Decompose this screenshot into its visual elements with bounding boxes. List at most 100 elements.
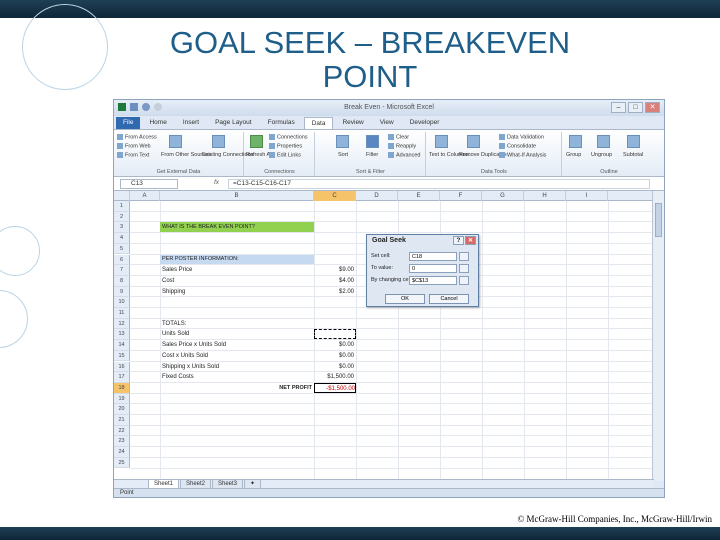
column-header-i[interactable]: I bbox=[566, 191, 608, 201]
row-header-19[interactable]: 19 bbox=[114, 393, 130, 405]
column-header-e[interactable]: E bbox=[398, 191, 440, 201]
advanced-button[interactable]: Advanced bbox=[388, 152, 420, 158]
changing-cell-input[interactable]: $C$13 bbox=[409, 276, 457, 285]
text-to-columns-icon[interactable] bbox=[435, 135, 448, 148]
tab-insert[interactable]: Insert bbox=[176, 117, 206, 129]
row-header-24[interactable]: 24 bbox=[114, 447, 130, 458]
filter-icon[interactable] bbox=[366, 135, 379, 148]
row-header-1[interactable]: 1 bbox=[114, 201, 130, 212]
reapply-button[interactable]: Reapply bbox=[388, 143, 416, 149]
row-header-17[interactable]: 17 bbox=[114, 372, 130, 383]
row-header-3[interactable]: 3 bbox=[114, 222, 130, 234]
cell-b14[interactable]: Sales Price x Units Sold bbox=[162, 340, 226, 350]
row-header-6[interactable]: 6 bbox=[114, 254, 130, 266]
select-all-corner[interactable] bbox=[114, 191, 130, 201]
data-validation-button[interactable]: Data Validation bbox=[499, 134, 544, 140]
tab-review[interactable]: Review bbox=[335, 117, 370, 129]
dialog-close-button[interactable]: ✕ bbox=[465, 236, 476, 245]
row-header-8[interactable]: 8 bbox=[114, 275, 130, 287]
cell-b7[interactable]: Sales Price bbox=[162, 265, 192, 275]
row-header-10[interactable]: 10 bbox=[114, 297, 130, 308]
row-header-23[interactable]: 23 bbox=[114, 436, 130, 448]
column-header-h[interactable]: H bbox=[524, 191, 566, 201]
properties-button[interactable]: Properties bbox=[269, 143, 302, 149]
name-box[interactable]: C13 bbox=[120, 179, 178, 189]
to-value-input[interactable]: 0 bbox=[409, 264, 457, 273]
row-header-2[interactable]: 2 bbox=[114, 211, 130, 223]
sort-icon[interactable] bbox=[336, 135, 349, 148]
help-button[interactable]: ? bbox=[453, 236, 464, 245]
tab-file[interactable]: File bbox=[116, 117, 141, 129]
from-other-sources-icon[interactable] bbox=[169, 135, 182, 148]
row-header-11[interactable]: 11 bbox=[114, 308, 130, 319]
subtotal-icon[interactable] bbox=[627, 135, 640, 148]
tab-home[interactable]: Home bbox=[142, 117, 173, 129]
what-if-analysis-button[interactable]: What-If Analysis bbox=[499, 152, 546, 158]
row-header-12[interactable]: 12 bbox=[114, 318, 130, 330]
remove-duplicates-icon[interactable] bbox=[467, 135, 480, 148]
cell-b6[interactable]: PER POSTER INFORMATION: bbox=[160, 254, 314, 264]
row-header-18[interactable]: 18 bbox=[114, 382, 130, 394]
row-header-20[interactable]: 20 bbox=[114, 404, 130, 415]
consolidate-button[interactable]: Consolidate bbox=[499, 143, 536, 149]
column-header-b[interactable]: B bbox=[160, 191, 314, 201]
cell-c8[interactable]: $4.00 bbox=[314, 276, 354, 286]
cancel-button[interactable]: Cancel bbox=[429, 294, 469, 304]
column-header-a[interactable]: A bbox=[130, 191, 160, 201]
set-cell-picker-icon[interactable] bbox=[459, 252, 469, 261]
column-header-d[interactable]: D bbox=[356, 191, 398, 201]
group-icon[interactable] bbox=[569, 135, 582, 148]
refresh-all-icon[interactable] bbox=[250, 135, 263, 148]
cell-b18[interactable]: NET PROFIT bbox=[254, 383, 312, 393]
cell-c14[interactable]: $0.00 bbox=[314, 340, 354, 350]
row-header-16[interactable]: 16 bbox=[114, 361, 130, 373]
column-header-c[interactable]: C bbox=[314, 191, 356, 201]
cell-b13[interactable]: Units Sold bbox=[162, 329, 189, 339]
cell-c15[interactable]: $0.00 bbox=[314, 351, 354, 361]
column-header-f[interactable]: F bbox=[440, 191, 482, 201]
edit-links-button[interactable]: Edit Links bbox=[269, 152, 301, 158]
row-header-5[interactable]: 5 bbox=[114, 243, 130, 255]
cell-b15[interactable]: Cost x Units Sold bbox=[162, 351, 208, 361]
tab-developer[interactable]: Developer bbox=[403, 117, 447, 129]
row-header-9[interactable]: 9 bbox=[114, 286, 130, 298]
minimize-button[interactable]: – bbox=[611, 102, 626, 113]
set-cell-input[interactable]: C18 bbox=[409, 252, 457, 261]
row-header-7[interactable]: 7 bbox=[114, 265, 130, 276]
row-header-14[interactable]: 14 bbox=[114, 340, 130, 351]
cell-c13-selected[interactable] bbox=[314, 329, 356, 339]
scroll-thumb[interactable] bbox=[655, 203, 662, 237]
from-text-button[interactable]: From Text bbox=[117, 152, 149, 158]
row-header-13[interactable]: 13 bbox=[114, 329, 130, 341]
tab-page-layout[interactable]: Page Layout bbox=[208, 117, 259, 129]
clear-button[interactable]: Clear bbox=[388, 134, 409, 140]
row-header-4[interactable]: 4 bbox=[114, 233, 130, 244]
ok-button[interactable]: OK bbox=[385, 294, 425, 304]
tab-data[interactable]: Data bbox=[303, 117, 334, 129]
connections-button[interactable]: Connections bbox=[269, 134, 308, 140]
cell-b8[interactable]: Cost bbox=[162, 276, 174, 286]
close-button[interactable]: ✕ bbox=[645, 102, 660, 113]
vertical-scrollbar[interactable] bbox=[652, 191, 664, 481]
tab-formulas[interactable]: Formulas bbox=[261, 117, 302, 129]
column-header-g[interactable]: G bbox=[482, 191, 524, 201]
cell-c17[interactable]: $1,500.00 bbox=[314, 372, 354, 382]
changing-cell-picker-icon[interactable] bbox=[459, 276, 469, 285]
existing-connections-icon[interactable] bbox=[212, 135, 225, 148]
fx-icon[interactable]: fx bbox=[214, 179, 219, 186]
tab-view[interactable]: View bbox=[373, 117, 401, 129]
cell-b17[interactable]: Fixed Costs bbox=[162, 372, 194, 382]
cell-c7[interactable]: $9.00 bbox=[314, 265, 354, 275]
maximize-button[interactable]: □ bbox=[628, 102, 643, 113]
cell-c18[interactable]: -$1,500.00 bbox=[314, 383, 356, 393]
row-header-15[interactable]: 15 bbox=[114, 350, 130, 362]
cell-b3[interactable]: WHAT IS THE BREAK EVEN POINT? bbox=[160, 222, 314, 232]
formula-input[interactable]: =C13-C15-C16-C17 bbox=[228, 179, 650, 189]
from-access-button[interactable]: From Access bbox=[117, 134, 157, 140]
to-value-picker-icon[interactable] bbox=[459, 264, 469, 273]
ungroup-icon[interactable] bbox=[597, 135, 610, 148]
row-header-22[interactable]: 22 bbox=[114, 425, 130, 437]
from-web-button[interactable]: From Web bbox=[117, 143, 151, 149]
row-header-21[interactable]: 21 bbox=[114, 415, 130, 426]
row-header-25[interactable]: 25 bbox=[114, 457, 130, 469]
